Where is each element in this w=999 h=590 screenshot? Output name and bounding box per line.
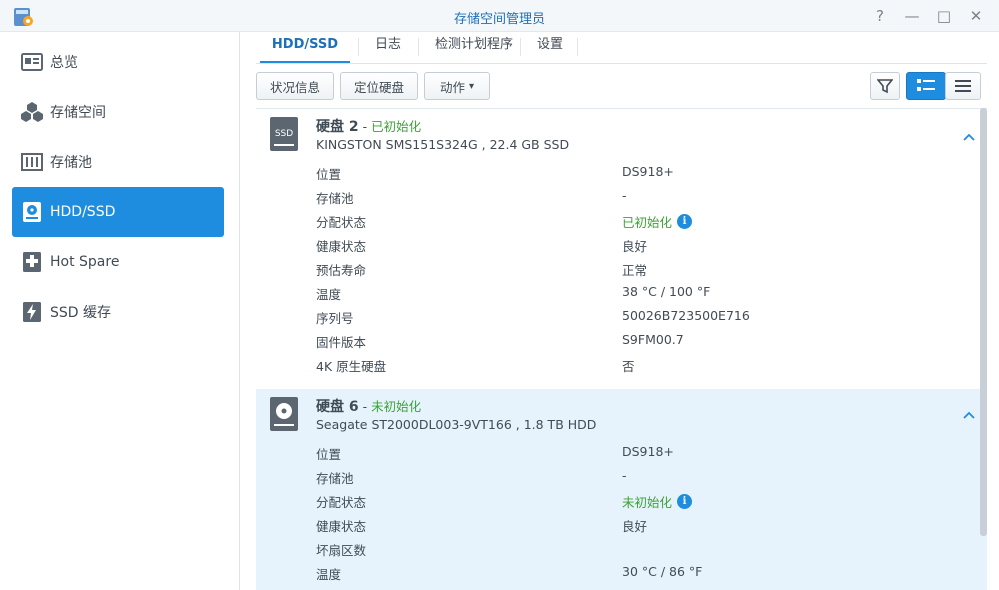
sidebar-item-label: SSD 缓存 bbox=[50, 305, 112, 321]
detail-list-icon bbox=[917, 79, 935, 91]
tab-divider bbox=[577, 38, 578, 56]
tab-divider bbox=[418, 38, 419, 56]
field-label: 温度 bbox=[316, 567, 342, 582]
hdd-icon bbox=[270, 397, 298, 431]
disk-name: 硬盘 6 bbox=[316, 399, 359, 415]
field-label: 分配状态 bbox=[316, 495, 367, 510]
field-value: 良好 bbox=[622, 239, 648, 254]
sidebar-item-storage-pool[interactable]: 存储池 bbox=[12, 137, 224, 187]
field-value: 30 °C / 86 °F bbox=[622, 564, 703, 579]
field-label: 固件版本 bbox=[316, 335, 367, 350]
sidebar-item-hdd-ssd[interactable]: HDD/SSD bbox=[12, 187, 224, 237]
status-info-button[interactable]: 状况信息 bbox=[256, 72, 334, 100]
volume-cubes-icon bbox=[20, 100, 44, 124]
action-dropdown-button[interactable]: 动作 ▾ bbox=[424, 72, 490, 100]
field-label: 序列号 bbox=[316, 311, 354, 326]
ssd-cache-icon bbox=[20, 300, 44, 324]
sidebar-item-overview[interactable]: 总览 bbox=[12, 37, 224, 87]
close-button[interactable]: ✕ bbox=[964, 4, 988, 28]
field-value: 50026B723500E716 bbox=[622, 308, 750, 323]
tab-divider bbox=[520, 38, 521, 56]
scrollbar[interactable] bbox=[980, 108, 987, 536]
list-icon bbox=[955, 80, 971, 92]
field-value: 正常 bbox=[622, 263, 648, 278]
disk-title: 硬盘 6 - 未初始化 bbox=[316, 396, 421, 416]
disk-status: 未初始化 bbox=[371, 399, 422, 414]
disk-status: 已初始化 bbox=[371, 119, 422, 134]
locate-disk-label: 定位硬盘 bbox=[353, 79, 404, 95]
field-label: 4K 原生硬盘 bbox=[316, 359, 387, 374]
sidebar-item-ssd-cache[interactable]: SSD 缓存 bbox=[12, 287, 224, 337]
tab-divider bbox=[358, 38, 359, 56]
field-label: 存储池 bbox=[316, 191, 354, 206]
disk-entry[interactable]: SSD 硬盘 2 - 已初始化 KINGSTON SMS151S324G , 2… bbox=[256, 109, 987, 389]
chevron-down-icon: ▾ bbox=[468, 80, 475, 92]
field-label: 温度 bbox=[316, 287, 342, 302]
sidebar-item-label: 总览 bbox=[50, 55, 78, 71]
ssd-icon: SSD bbox=[270, 117, 298, 151]
hot-spare-icon bbox=[20, 250, 44, 274]
filter-icon bbox=[877, 79, 893, 94]
title-separator: - bbox=[358, 119, 372, 134]
sidebar-item-label: 存储池 bbox=[50, 155, 92, 171]
allocation-status: 未初始化 bbox=[622, 495, 673, 510]
disk-entry-selected[interactable]: 硬盘 6 - 未初始化 Seagate ST2000DL003-9VT166 ,… bbox=[256, 389, 987, 590]
sidebar-item-label: HDD/SSD bbox=[50, 204, 116, 220]
field-value: S9FM00.7 bbox=[622, 332, 684, 347]
info-icon[interactable]: i bbox=[677, 214, 693, 229]
title-bar: 存储空间管理员 ? — □ ✕ bbox=[0, 0, 999, 32]
field-value: DS918+ bbox=[622, 164, 674, 179]
sidebar-item-hot-spare[interactable]: Hot Spare bbox=[12, 237, 224, 287]
field-label: 预估寿命 bbox=[316, 263, 367, 278]
info-icon[interactable]: i bbox=[677, 494, 693, 509]
sidebar-item-label: 存储空间 bbox=[50, 105, 106, 121]
sidebar-item-label: Hot Spare bbox=[50, 254, 120, 270]
sidebar-item-volume[interactable]: 存储空间 bbox=[12, 87, 224, 137]
field-label: 位置 bbox=[316, 167, 342, 182]
maximize-button[interactable]: □ bbox=[932, 4, 956, 28]
action-label: 动作 bbox=[439, 79, 465, 95]
title-separator: - bbox=[358, 399, 372, 414]
sidebar: 总览 存储空间 存储池 HDD/SSD Hot Spare SSD 缓存 bbox=[0, 32, 240, 590]
field-value: DS918+ bbox=[622, 444, 674, 459]
ssd-icon-text: SSD bbox=[275, 129, 293, 139]
locate-disk-button[interactable]: 定位硬盘 bbox=[340, 72, 418, 100]
disk-icon bbox=[20, 200, 44, 224]
minimize-button[interactable]: — bbox=[900, 4, 924, 28]
chevron-up-icon[interactable] bbox=[961, 129, 977, 145]
disk-list: SSD 硬盘 2 - 已初始化 KINGSTON SMS151S324G , 2… bbox=[256, 108, 987, 590]
field-label: 存储池 bbox=[316, 471, 354, 486]
disk-model: KINGSTON SMS151S324G , 22.4 GB SSD bbox=[316, 137, 570, 152]
chevron-up-icon[interactable] bbox=[961, 407, 977, 423]
field-label: 坏扇区数 bbox=[316, 543, 367, 558]
disk-name: 硬盘 2 bbox=[316, 119, 359, 135]
allocation-status: 已初始化 bbox=[622, 215, 673, 230]
status-info-label: 状况信息 bbox=[269, 79, 320, 95]
field-value: - bbox=[622, 188, 627, 203]
overview-icon bbox=[20, 50, 44, 74]
tab-bar: HDD/SSD 日志 检测计划程序 设置 bbox=[256, 32, 987, 64]
field-value: 已初始化 i bbox=[622, 212, 693, 231]
field-label: 健康状态 bbox=[316, 519, 367, 534]
disk-model: Seagate ST2000DL003-9VT166 , 1.8 TB HDD bbox=[316, 417, 597, 432]
field-value: 未初始化 i bbox=[622, 492, 693, 511]
field-label: 位置 bbox=[316, 447, 342, 462]
window-title: 存储空间管理员 bbox=[453, 12, 545, 27]
field-value: 良好 bbox=[622, 519, 648, 534]
list-view-button[interactable] bbox=[945, 72, 981, 100]
tab-settings[interactable]: 设置 bbox=[526, 32, 574, 63]
tab-hdd-ssd[interactable]: HDD/SSD bbox=[260, 32, 350, 63]
field-label: 健康状态 bbox=[316, 239, 367, 254]
field-value: 38 °C / 100 °F bbox=[622, 284, 711, 299]
field-value: - bbox=[622, 468, 627, 483]
tab-test-scheduler[interactable]: 检测计划程序 bbox=[424, 32, 524, 63]
disk-title: 硬盘 2 - 已初始化 bbox=[316, 116, 421, 136]
field-label: 分配状态 bbox=[316, 215, 367, 230]
help-button[interactable]: ? bbox=[868, 4, 892, 28]
storage-pool-icon bbox=[20, 150, 44, 174]
field-value: 否 bbox=[622, 359, 635, 374]
detail-view-button[interactable] bbox=[906, 72, 946, 100]
tab-log[interactable]: 日志 bbox=[364, 32, 412, 63]
filter-button[interactable] bbox=[870, 72, 900, 100]
